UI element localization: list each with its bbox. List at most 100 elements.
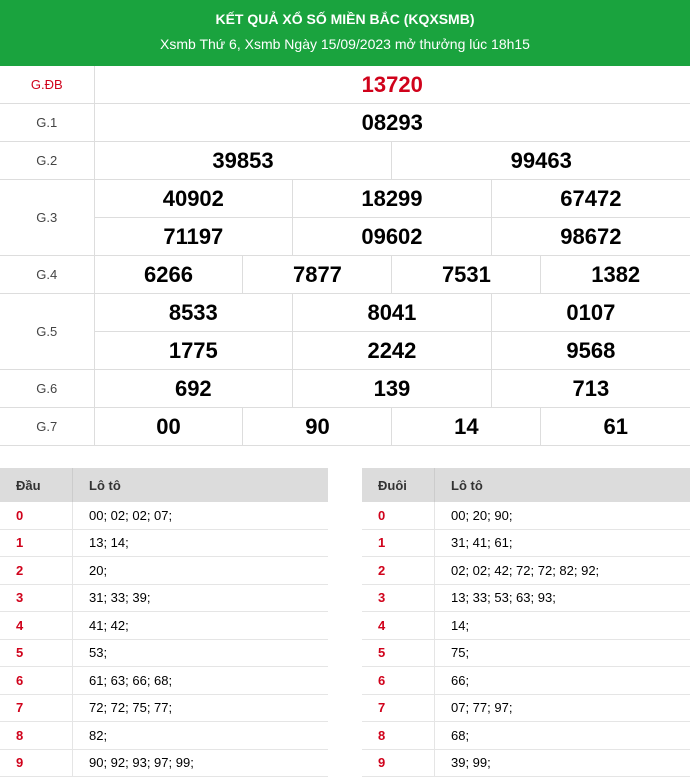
prize-label: G.2 <box>0 141 95 180</box>
loto-values: 39; 99; <box>434 749 690 777</box>
loto-values: 14; <box>434 611 690 640</box>
table-row: 2 20; <box>0 556 328 585</box>
prize-number: 08293 <box>93 103 690 142</box>
dau-digit: 6 <box>0 666 73 695</box>
table-row: 7 07; 77; 97; <box>362 694 690 722</box>
loto-values: 07; 77; 97; <box>434 694 690 722</box>
table-row: 0 00; 02; 02; 07; <box>0 502 328 530</box>
duoi-digit: 0 <box>362 502 435 530</box>
prize-row-g2: G.2 39853 99463 <box>0 141 690 180</box>
prize-number: 0107 <box>490 293 690 332</box>
column-header-loto: Lô tô <box>72 468 328 502</box>
prize-number: 6266 <box>93 255 244 294</box>
prize-label: G.6 <box>0 369 95 408</box>
prize-label: G.3 <box>0 179 95 256</box>
loto-values: 13; 14; <box>72 529 328 557</box>
duoi-digit: 8 <box>362 721 435 750</box>
prize-number: 7877 <box>242 255 393 294</box>
prize-row-gdb: G.ĐB 13720 <box>0 66 690 104</box>
dau-digit: 3 <box>0 584 73 612</box>
dau-digit: 0 <box>0 502 73 530</box>
duoi-digit: 9 <box>362 749 435 777</box>
prize-row-g3: G.3 40902 18299 67472 <box>0 179 690 256</box>
prize-number: 00 <box>93 407 244 446</box>
loto-values: 75; <box>434 639 690 667</box>
prize-number: 9568 <box>490 331 690 370</box>
table-row: 3 13; 33; 53; 63; 93; <box>362 584 690 612</box>
table-row: 9 39; 99; <box>362 749 690 777</box>
loto-values: 00; 02; 02; 07; <box>72 502 328 530</box>
prize-number: 90 <box>242 407 393 446</box>
prize-number: 09602 <box>292 217 492 256</box>
table-row: 5 75; <box>362 639 690 667</box>
prize-label: G.ĐB <box>0 66 95 104</box>
duoi-digit: 6 <box>362 666 435 695</box>
duoi-digit: 2 <box>362 556 435 585</box>
results-table: G.ĐB 13720 G.1 08293 G.2 39853 99463 G.3… <box>0 66 690 446</box>
table-header: Đầu Lô tô <box>0 468 328 502</box>
loto-values: 90; 92; 93; 97; 99; <box>72 749 328 777</box>
table-row: 7 72; 72; 75; 77; <box>0 694 328 722</box>
dau-digit: 8 <box>0 721 73 750</box>
table-row: 6 66; <box>362 666 690 695</box>
loto-values: 02; 02; 42; 72; 72; 82; 92; <box>434 556 690 585</box>
dau-digit: 5 <box>0 639 73 667</box>
loto-values: 61; 63; 66; 68; <box>72 666 328 695</box>
loto-values: 20; <box>72 556 328 585</box>
loto-values: 72; 72; 75; 77; <box>72 694 328 722</box>
prize-row-g5b: 1775 2242 9568 <box>0 331 690 370</box>
table-row: 3 31; 33; 39; <box>0 584 328 612</box>
page-subtitle: Xsmb Thứ 6, Xsmb Ngày 15/09/2023 mở thưở… <box>160 36 530 52</box>
prize-number: 14 <box>391 407 542 446</box>
loto-values: 66; <box>434 666 690 695</box>
prize-number: 61 <box>540 407 690 446</box>
table-row: 0 00; 20; 90; <box>362 502 690 530</box>
table-row: 1 31; 41; 61; <box>362 529 690 557</box>
loto-values: 31; 41; 61; <box>434 529 690 557</box>
column-header-duoi: Đuôi <box>362 468 435 502</box>
prize-number: 67472 <box>490 179 690 218</box>
table-row: 8 68; <box>362 721 690 750</box>
prize-row-g4: G.4 6266 7877 7531 1382 <box>0 255 690 294</box>
prize-label: G.5 <box>0 293 95 370</box>
prize-number: 1775 <box>94 331 294 370</box>
prize-number: 8533 <box>93 293 294 332</box>
prize-row-g7: G.7 00 90 14 61 <box>0 407 690 446</box>
table-row: 8 82; <box>0 721 328 750</box>
loto-values: 00; 20; 90; <box>434 502 690 530</box>
table-row: 1 13; 14; <box>0 529 328 557</box>
duoi-digit: 5 <box>362 639 435 667</box>
prize-label: G.4 <box>0 255 95 294</box>
prize-number: 7531 <box>391 255 542 294</box>
duoi-digit: 7 <box>362 694 435 722</box>
prize-label: G.7 <box>0 407 95 446</box>
prize-number: 713 <box>490 369 690 408</box>
dau-digit: 4 <box>0 611 73 640</box>
table-header: Đuôi Lô tô <box>362 468 690 502</box>
loto-values: 82; <box>72 721 328 750</box>
prize-number: 139 <box>292 369 492 408</box>
duoi-table: Đuôi Lô tô 0 00; 20; 90; 1 31; 41; 61; 2 02… <box>362 468 690 777</box>
dau-table: Đầu Lô tô 0 00; 02; 02; 07; 1 13; 14; 2 20;… <box>0 468 328 777</box>
prize-number: 40902 <box>93 179 294 218</box>
prize-number: 71197 <box>94 217 294 256</box>
loto-values: 53; <box>72 639 328 667</box>
column-header-loto: Lô tô <box>434 468 690 502</box>
prize-row-g5: G.5 8533 8041 0107 <box>0 293 690 370</box>
page-title: KẾT QUẢ XỔ SỐ MIỀN BẮC (KQXSMB) <box>215 11 475 27</box>
dau-digit: 1 <box>0 529 73 557</box>
prize-number: 1382 <box>540 255 690 294</box>
prize-row-g6: G.6 692 139 713 <box>0 369 690 408</box>
dau-digit: 7 <box>0 694 73 722</box>
column-header-dau: Đầu <box>0 468 73 502</box>
prize-number: 98672 <box>490 217 690 256</box>
prize-number: 692 <box>93 369 294 408</box>
table-row: 5 53; <box>0 639 328 667</box>
loto-values: 41; 42; <box>72 611 328 640</box>
dau-digit: 2 <box>0 556 73 585</box>
table-row: 4 14; <box>362 611 690 640</box>
duoi-digit: 3 <box>362 584 435 612</box>
prize-label: G.1 <box>0 103 95 142</box>
prize-row-g1: G.1 08293 <box>0 103 690 142</box>
table-row: 6 61; 63; 66; 68; <box>0 666 328 695</box>
